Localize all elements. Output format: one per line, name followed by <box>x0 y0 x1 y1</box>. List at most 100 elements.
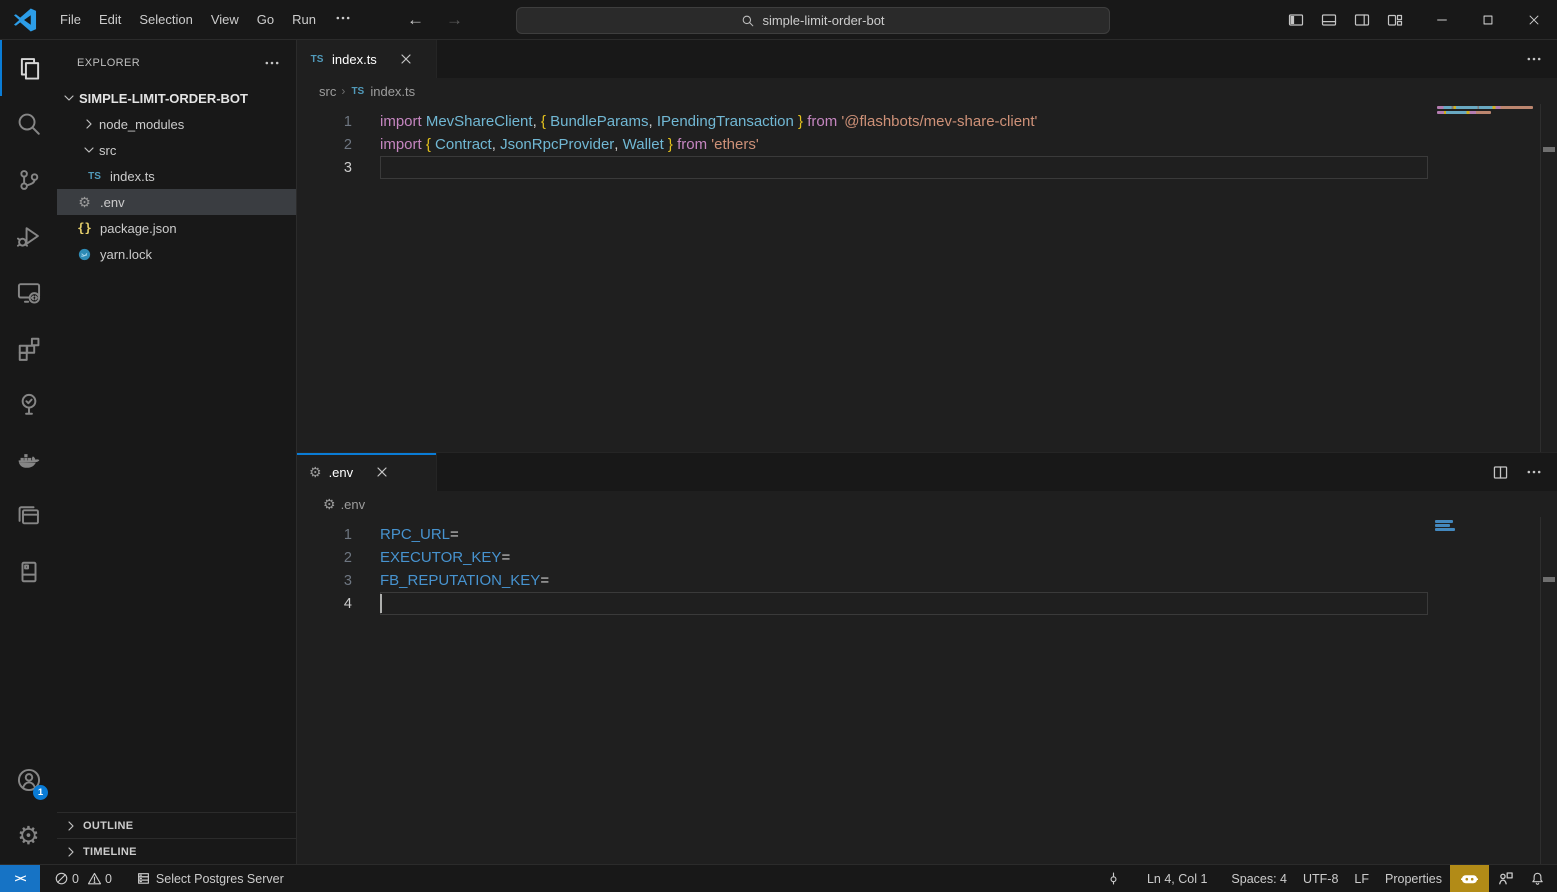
editor-group-top: TS index.ts src › TS index.ts 1import Me… <box>297 40 1557 452</box>
breadcrumb-file[interactable]: ⚙ .env <box>323 497 365 512</box>
back-arrow-icon[interactable]: ← <box>407 10 424 30</box>
activity-window-stack[interactable] <box>0 488 57 544</box>
explorer-title: EXPLORER <box>77 57 262 69</box>
editor-actions-more-icon[interactable] <box>1525 463 1543 481</box>
activity-ellipsis[interactable] <box>0 600 57 656</box>
explorer-item-index.ts[interactable]: TSindex.ts <box>57 163 296 189</box>
window-controls <box>1288 0 1557 40</box>
tab-close-icon[interactable] <box>398 51 414 67</box>
language-mode-status[interactable]: Properties <box>1377 865 1450 892</box>
ts-icon: TS <box>350 86 365 97</box>
eol-status[interactable]: LF <box>1346 865 1377 892</box>
close-button[interactable] <box>1511 0 1557 40</box>
activity-source-control[interactable] <box>0 152 57 208</box>
cursor-position-status[interactable]: Ln 4, Col 1 <box>1139 865 1215 892</box>
editor-actions-more-icon[interactable] <box>1525 50 1543 68</box>
breadcrumb-folder[interactable]: src <box>319 84 336 99</box>
remote-icon: >< <box>15 873 26 885</box>
source-control-icon <box>16 167 42 193</box>
menu-go[interactable]: Go <box>248 7 283 32</box>
notifications-status[interactable] <box>1522 865 1557 892</box>
code-line-2[interactable]: 2import { Contract, JsonRpcProvider, Wal… <box>297 133 1557 156</box>
outline-section[interactable]: OUTLINE <box>57 812 296 838</box>
code-line-1[interactable]: 1import MevShareClient, { BundleParams, … <box>297 110 1557 133</box>
postgres-label: Select Postgres Server <box>156 872 284 886</box>
braces-icon: {} <box>76 220 93 237</box>
timeline-section[interactable]: TIMELINE <box>57 838 296 864</box>
postgres-server-status[interactable]: Select Postgres Server <box>128 865 292 892</box>
history-navigation: ← → <box>407 10 463 30</box>
tab-env[interactable]: ⚙ .env <box>297 453 437 491</box>
code-editor-env[interactable]: 1RPC_URL=2EXECUTOR_KEY=3FB_REPUTATION_KE… <box>297 517 1557 615</box>
explorer-item-node_modules[interactable]: node_modules <box>57 111 296 137</box>
explorer-item-yarn.lock[interactable]: yarn.lock <box>57 241 296 267</box>
code-line-1[interactable]: 1RPC_URL= <box>297 523 1557 546</box>
window-stack-icon <box>16 503 42 529</box>
feedback-status[interactable] <box>1489 865 1522 892</box>
explorer-more-icon[interactable] <box>262 53 282 73</box>
ports-status[interactable] <box>1098 865 1129 892</box>
activity-settings-gear[interactable]: ⚙ <box>0 808 57 864</box>
indentation-status[interactable]: Spaces: 4 <box>1223 865 1295 892</box>
activity-search[interactable] <box>0 96 57 152</box>
problems-status[interactable]: 0 0 <box>46 865 120 892</box>
activity-accounts[interactable]: 1 <box>0 752 57 808</box>
code-editor-index-ts[interactable]: 1import MevShareClient, { BundleParams, … <box>297 104 1557 179</box>
sidebar-sections: OUTLINE TIMELINE <box>57 812 296 864</box>
toggle-secondary-sidebar-icon[interactable] <box>1354 12 1370 28</box>
tab-label: index.ts <box>332 52 377 67</box>
remote-indicator[interactable]: >< <box>0 865 40 892</box>
code-line-2[interactable]: 2EXECUTOR_KEY= <box>297 546 1557 569</box>
tab-index-ts[interactable]: TS index.ts <box>297 40 437 78</box>
activity-extensions[interactable] <box>0 320 57 376</box>
command-center-search[interactable]: simple-limit-order-bot <box>516 7 1110 34</box>
yarn-icon <box>76 246 93 263</box>
line-content: RPC_URL= <box>380 526 459 543</box>
minimap[interactable] <box>1435 520 1545 532</box>
code-line-3[interactable]: 3 <box>297 156 1557 179</box>
tab-bar-bottom: ⚙ .env <box>297 453 1557 491</box>
maximize-button[interactable] <box>1465 0 1511 40</box>
tab-close-icon[interactable] <box>374 464 390 480</box>
activity-bar-top <box>0 40 57 656</box>
search-icon <box>741 14 755 28</box>
status-bar: >< 0 0 Select Postgres Server Ln 4, Col … <box>0 864 1557 892</box>
breadcrumb-file[interactable]: TS index.ts <box>350 84 415 99</box>
menu-run[interactable]: Run <box>283 7 325 32</box>
activity-files[interactable] <box>0 40 57 96</box>
explorer-item-src[interactable]: src <box>57 137 296 163</box>
run-debug-icon <box>16 223 42 249</box>
menu-selection[interactable]: Selection <box>130 7 201 32</box>
menu-more-icon[interactable] <box>325 4 361 35</box>
explorer-sidebar: EXPLORER SIMPLE-LIMIT-ORDER-BOT node_mod… <box>57 40 297 864</box>
code-line-4[interactable]: 4 <box>297 592 1557 615</box>
explorer-item-package.json[interactable]: {}package.json <box>57 215 296 241</box>
gear-icon: ⚙ <box>309 465 322 479</box>
text-cursor <box>380 594 382 613</box>
minimap[interactable] <box>1437 106 1547 115</box>
toggle-panel-icon[interactable] <box>1321 12 1337 28</box>
activity-run-debug[interactable] <box>0 208 57 264</box>
menu-file[interactable]: File <box>51 7 90 32</box>
item-label: src <box>99 143 116 158</box>
customize-layout-icon[interactable] <box>1387 12 1403 28</box>
activity-remote-explorer[interactable] <box>0 264 57 320</box>
overview-ruler <box>1540 104 1557 452</box>
menu-edit[interactable]: Edit <box>90 7 130 32</box>
chevron-right-icon <box>63 844 79 860</box>
toggle-sidebar-icon[interactable] <box>1288 12 1304 28</box>
ts-icon: TS <box>86 168 103 185</box>
activity-database-panel[interactable] <box>0 544 57 600</box>
activity-docker[interactable] <box>0 432 57 488</box>
activity-tree-check[interactable] <box>0 376 57 432</box>
copilot-status[interactable] <box>1450 865 1489 892</box>
encoding-status[interactable]: UTF-8 <box>1295 865 1346 892</box>
breadcrumb: ⚙ .env <box>297 491 1557 517</box>
split-editor-icon[interactable] <box>1492 464 1509 481</box>
menu-view[interactable]: View <box>202 7 248 32</box>
minimize-button[interactable] <box>1419 0 1465 40</box>
tree-root-folder[interactable]: SIMPLE-LIMIT-ORDER-BOT <box>57 85 296 111</box>
code-line-3[interactable]: 3FB_REPUTATION_KEY= <box>297 569 1557 592</box>
explorer-item-.env[interactable]: ⚙.env <box>57 189 296 215</box>
ruler-cursor-marker <box>1543 147 1555 152</box>
